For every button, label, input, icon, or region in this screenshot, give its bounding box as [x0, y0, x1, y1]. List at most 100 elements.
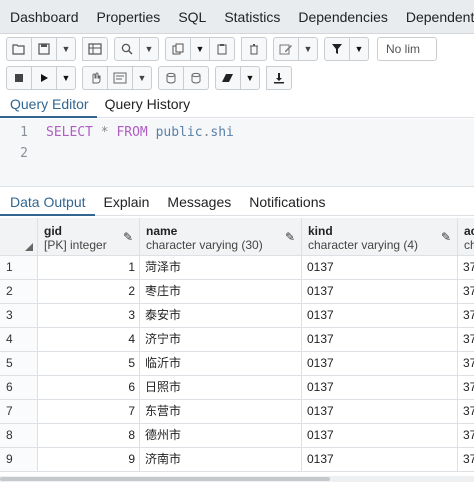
- tab-explain[interactable]: Explain: [95, 190, 159, 216]
- row-number[interactable]: 5: [0, 352, 38, 376]
- execute-dropdown-icon[interactable]: ▼: [56, 66, 76, 90]
- column-header-gid[interactable]: gid [PK] integer ✎: [38, 218, 140, 256]
- cell-gid[interactable]: 7: [38, 400, 140, 424]
- edit-dropdown-icon[interactable]: ▼: [298, 37, 318, 61]
- horizontal-scrollbar[interactable]: [0, 476, 474, 482]
- tab-query-history[interactable]: Query History: [97, 92, 199, 118]
- cell-gid[interactable]: 5: [38, 352, 140, 376]
- stop-icon[interactable]: [6, 66, 32, 90]
- filter-icon[interactable]: [324, 37, 350, 61]
- tab-data-output[interactable]: Data Output: [0, 190, 95, 216]
- tab-dependents[interactable]: Dependents: [397, 0, 474, 33]
- cell-kind[interactable]: 0137: [302, 304, 458, 328]
- pencil-icon[interactable]: ✎: [285, 230, 295, 244]
- cell-kind[interactable]: 0137: [302, 400, 458, 424]
- cell-kind[interactable]: 0137: [302, 448, 458, 472]
- column-header-kind[interactable]: kind character varying (4) ✎: [302, 218, 458, 256]
- cell-ac[interactable]: 37: [458, 328, 474, 352]
- cell-name[interactable]: 济宁市: [140, 328, 302, 352]
- table-row[interactable]: 33泰安市013737: [0, 304, 474, 328]
- execute-icon[interactable]: [31, 66, 57, 90]
- tab-statistics[interactable]: Statistics: [215, 0, 289, 33]
- row-number[interactable]: 7: [0, 400, 38, 424]
- cell-ac[interactable]: 37: [458, 280, 474, 304]
- tab-dependencies[interactable]: Dependencies: [289, 0, 397, 33]
- open-file-icon[interactable]: [6, 37, 32, 61]
- row-number[interactable]: 6: [0, 376, 38, 400]
- table-row[interactable]: 11菏泽市013737: [0, 256, 474, 280]
- search-icon[interactable]: [114, 37, 140, 61]
- scrollbar-thumb[interactable]: [0, 477, 330, 481]
- rollback-icon[interactable]: [183, 66, 209, 90]
- row-number[interactable]: 2: [0, 280, 38, 304]
- tab-messages[interactable]: Messages: [158, 190, 240, 216]
- search-dropdown-icon[interactable]: ▼: [139, 37, 159, 61]
- paste-icon[interactable]: [209, 37, 235, 61]
- column-header-name[interactable]: name character varying (30) ✎: [140, 218, 302, 256]
- cell-gid[interactable]: 3: [38, 304, 140, 328]
- column-header-ac[interactable]: ac ch: [458, 218, 474, 256]
- cell-gid[interactable]: 2: [38, 280, 140, 304]
- cell-kind[interactable]: 0137: [302, 352, 458, 376]
- cell-name[interactable]: 菏泽市: [140, 256, 302, 280]
- cell-ac[interactable]: 37: [458, 448, 474, 472]
- save-icon[interactable]: [31, 37, 57, 61]
- select-all-cell[interactable]: [0, 218, 38, 256]
- cell-name[interactable]: 东营市: [140, 400, 302, 424]
- tab-sql[interactable]: SQL: [169, 0, 215, 33]
- cell-gid[interactable]: 9: [38, 448, 140, 472]
- hand-icon[interactable]: [82, 66, 108, 90]
- cell-name[interactable]: 德州市: [140, 424, 302, 448]
- table-row[interactable]: 99济南市013737: [0, 448, 474, 472]
- table-row[interactable]: 66日照市013737: [0, 376, 474, 400]
- row-number[interactable]: 4: [0, 328, 38, 352]
- pencil-icon[interactable]: ✎: [123, 230, 133, 244]
- cell-name[interactable]: 日照市: [140, 376, 302, 400]
- cell-name[interactable]: 济南市: [140, 448, 302, 472]
- table-row[interactable]: 22枣庄市013737: [0, 280, 474, 304]
- cell-name[interactable]: 临沂市: [140, 352, 302, 376]
- explain-icon[interactable]: [107, 66, 133, 90]
- cell-gid[interactable]: 4: [38, 328, 140, 352]
- table-row[interactable]: 88德州市013737: [0, 424, 474, 448]
- download-icon[interactable]: [266, 66, 292, 90]
- row-number[interactable]: 8: [0, 424, 38, 448]
- cell-kind[interactable]: 0137: [302, 256, 458, 280]
- filter-dropdown-icon[interactable]: ▼: [349, 37, 369, 61]
- limit-select[interactable]: No lim: [377, 37, 437, 61]
- cell-name[interactable]: 枣庄市: [140, 280, 302, 304]
- tab-query-editor[interactable]: Query Editor: [0, 92, 97, 118]
- clear-dropdown-icon[interactable]: ▼: [240, 66, 260, 90]
- cell-kind[interactable]: 0137: [302, 376, 458, 400]
- row-number[interactable]: 9: [0, 448, 38, 472]
- cell-kind[interactable]: 0137: [302, 328, 458, 352]
- save-dropdown-icon[interactable]: ▼: [56, 37, 76, 61]
- cell-gid[interactable]: 8: [38, 424, 140, 448]
- sql-editor[interactable]: 1 2 SELECT * FROM public.shi: [0, 119, 474, 187]
- table-row[interactable]: 77东营市013737: [0, 400, 474, 424]
- copy-dropdown-icon[interactable]: ▼: [190, 37, 210, 61]
- pencil-icon[interactable]: ✎: [441, 230, 451, 244]
- copy-icon[interactable]: [165, 37, 191, 61]
- cell-ac[interactable]: 37: [458, 424, 474, 448]
- commit-icon[interactable]: [158, 66, 184, 90]
- cell-gid[interactable]: 6: [38, 376, 140, 400]
- edit-icon[interactable]: [273, 37, 299, 61]
- row-number[interactable]: 1: [0, 256, 38, 280]
- cell-ac[interactable]: 37: [458, 352, 474, 376]
- table-row[interactable]: 44济宁市013737: [0, 328, 474, 352]
- tab-dashboard[interactable]: Dashboard: [0, 0, 88, 33]
- explain-dropdown-icon[interactable]: ▼: [132, 66, 152, 90]
- tab-notifications[interactable]: Notifications: [240, 190, 334, 216]
- clear-icon[interactable]: [215, 66, 241, 90]
- cell-ac[interactable]: 37: [458, 256, 474, 280]
- table-icon[interactable]: [82, 37, 108, 61]
- cell-ac[interactable]: 37: [458, 400, 474, 424]
- cell-ac[interactable]: 37: [458, 304, 474, 328]
- row-number[interactable]: 3: [0, 304, 38, 328]
- cell-ac[interactable]: 37: [458, 376, 474, 400]
- delete-icon[interactable]: [241, 37, 267, 61]
- cell-name[interactable]: 泰安市: [140, 304, 302, 328]
- tab-properties[interactable]: Properties: [88, 0, 170, 33]
- cell-gid[interactable]: 1: [38, 256, 140, 280]
